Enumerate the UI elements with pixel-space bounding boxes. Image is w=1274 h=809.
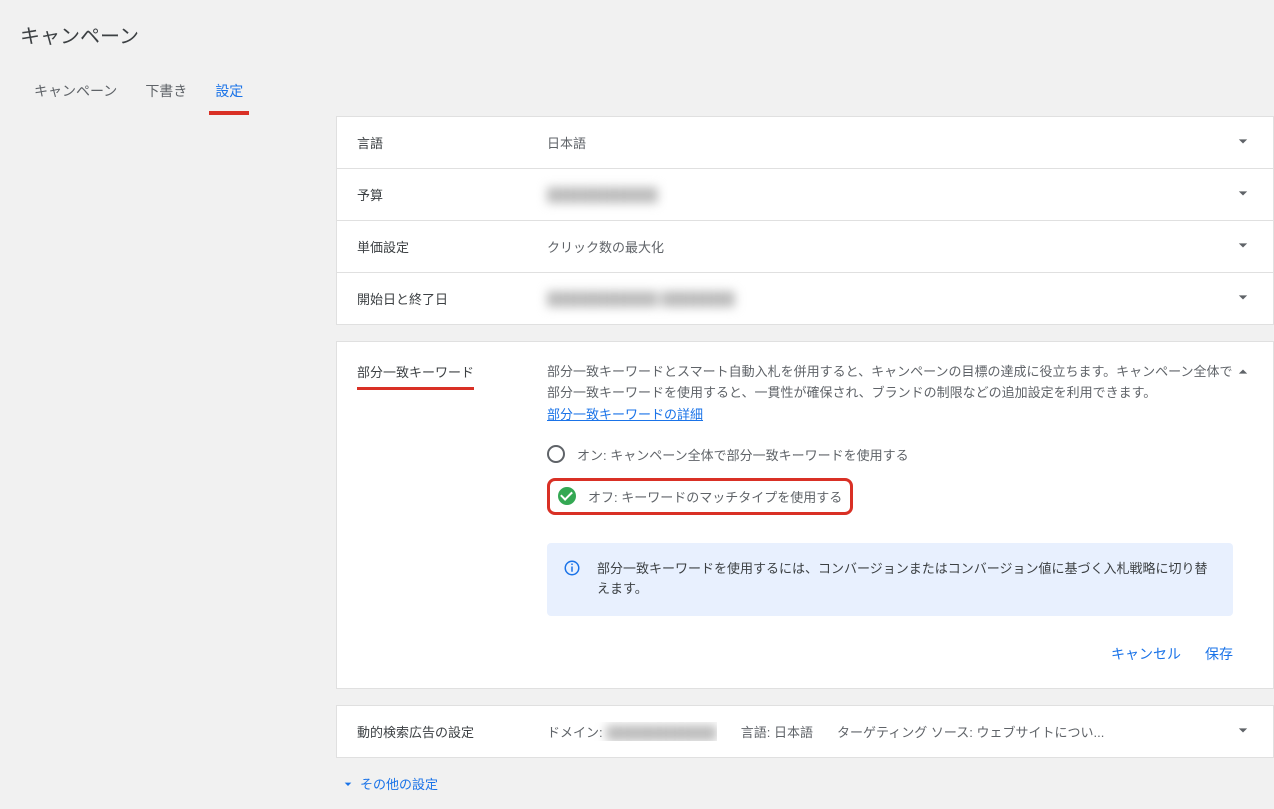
section-dates-label: 開始日と終了日 — [357, 289, 547, 308]
chevron-down-icon — [1233, 183, 1253, 206]
dsa-domain: ドメイン: ████████████ — [547, 722, 717, 741]
radio-on-label: オン: キャンペーン全体で部分一致キーワードを使用する — [577, 445, 909, 464]
section-budget-label: 予算 — [357, 185, 547, 204]
section-bidding-label: 単価設定 — [357, 237, 547, 256]
tab-drafts[interactable]: 下書き — [131, 73, 201, 115]
section-bidding[interactable]: 単価設定 クリック数の最大化 — [336, 221, 1274, 273]
section-dates[interactable]: 開始日と終了日 ████████████ ████████ — [336, 273, 1274, 325]
section-dsa-label: 動的検索広告の設定 — [357, 722, 547, 741]
chevron-down-icon — [1233, 131, 1253, 154]
section-broad-match: 部分一致キーワード 部分一致キーワードとスマート自動入札を併用すると、キャンペー… — [336, 341, 1274, 689]
broad-match-label: 部分一致キーワード — [357, 362, 547, 390]
info-box: 部分一致キーワードを使用するには、コンバージョンまたはコンバージョン値に基づく入… — [547, 543, 1233, 617]
chevron-down-icon — [1233, 720, 1253, 743]
save-button[interactable]: 保存 — [1205, 640, 1233, 668]
broad-match-details-link[interactable]: 部分一致キーワードの詳細 — [547, 407, 703, 422]
radio-option-on[interactable]: オン: キャンペーン全体で部分一致キーワードを使用する — [547, 441, 1233, 468]
radio-icon — [547, 445, 565, 463]
more-settings-label: その他の設定 — [360, 774, 438, 793]
section-language[interactable]: 言語 日本語 — [336, 116, 1274, 169]
info-text: 部分一致キーワードを使用するには、コンバージョンまたはコンバージョン値に基づく入… — [597, 559, 1217, 601]
chevron-up-icon[interactable] — [1233, 362, 1253, 385]
section-dates-value: ████████████ ████████ — [547, 291, 1233, 306]
tab-campaigns[interactable]: キャンペーン — [20, 73, 131, 115]
cancel-button[interactable]: キャンセル — [1111, 640, 1181, 668]
radio-option-off[interactable]: オフ: キーワードのマッチタイプを使用する — [547, 478, 853, 515]
section-language-label: 言語 — [357, 133, 547, 152]
radio-checked-icon — [558, 487, 576, 505]
tabs: キャンペーン 下書き 設定 — [20, 73, 1254, 116]
dsa-source: ターゲティング ソース: ウェブサイトについ... — [837, 722, 1104, 741]
tab-settings[interactable]: 設定 — [201, 73, 257, 115]
dsa-language: 言語: 日本語 — [741, 722, 813, 741]
section-budget-value: ████████████ — [547, 187, 1233, 202]
chevron-down-icon — [1233, 235, 1253, 258]
chevron-down-icon — [1233, 287, 1253, 310]
more-settings-link[interactable]: その他の設定 — [336, 758, 1274, 809]
broad-match-description: 部分一致キーワードとスマート自動入札を併用すると、キャンペーンの目標の達成に役立… — [547, 362, 1233, 404]
section-language-value: 日本語 — [547, 133, 1233, 152]
section-dsa[interactable]: 動的検索広告の設定 ドメイン: ████████████ 言語: 日本語 ターゲ… — [336, 705, 1274, 758]
section-budget[interactable]: 予算 ████████████ — [336, 169, 1274, 221]
page-title: キャンペーン — [20, 20, 1254, 49]
section-bidding-value: クリック数の最大化 — [547, 237, 1233, 256]
radio-off-label: オフ: キーワードのマッチタイプを使用する — [588, 487, 842, 506]
info-icon — [563, 559, 581, 577]
